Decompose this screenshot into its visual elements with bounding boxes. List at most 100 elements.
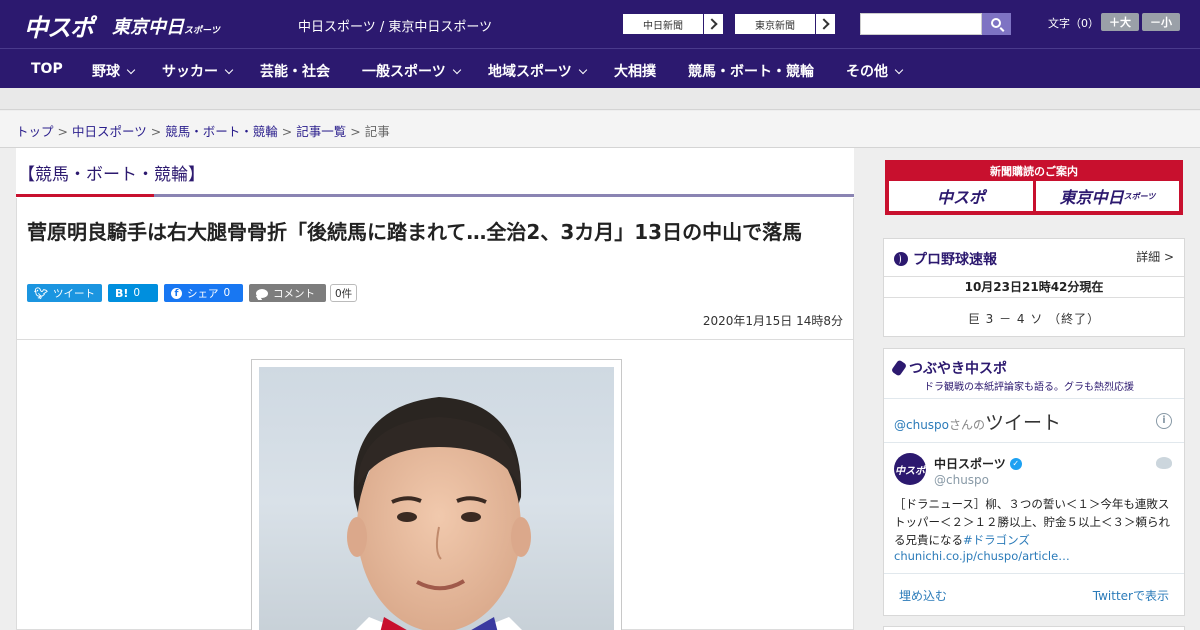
subscription-title: 新聞購読のご案内 [990, 165, 1078, 178]
info-icon[interactable]: i [1156, 413, 1172, 429]
chuspo-logo[interactable]: 中スポ [24, 8, 94, 43]
font-larger-button[interactable]: ＋大 [1101, 13, 1139, 31]
hatena-bookmark-button[interactable]: B! 0 [108, 284, 158, 302]
tweet-body: ［ドラニュース］柳、３つの誓い＜１＞今年も連敗ストッパー＜２＞１２勝以上、貯金５… [894, 497, 1170, 547]
comment-bubble-icon [256, 288, 268, 298]
nav-entertainment[interactable]: 芸能・社会 [260, 61, 330, 81]
site-name[interactable]: 中日スポーツ / 東京中日スポーツ [298, 16, 492, 35]
comment-count: 0件 [330, 284, 358, 302]
nav-baseball-label: 野球 [92, 64, 120, 80]
baseball-widget-title: プロ野球速報 [894, 249, 997, 269]
nav-soccer[interactable]: サッカー [162, 61, 234, 81]
breadcrumb-separator: > [281, 124, 293, 139]
chevron-down-icon [452, 65, 461, 75]
font-size-label: 文字（0） [1048, 17, 1099, 30]
nav-top[interactable]: TOP [31, 61, 63, 77]
tweet-widget-title-text: つぶやき中スポ [909, 361, 1007, 377]
facebook-icon: f [171, 287, 182, 299]
baseball-updated-time: 10月23日21時42分現在 [884, 276, 1184, 298]
tweet-widget: つぶやき中スポ ドラ観戦の本紙評論家も語る。グラも熱烈応援 @chuspoさんの… [883, 348, 1185, 616]
subscription-banner[interactable]: 新聞購読のご案内 中スポ 東京中日 スポーツ [885, 160, 1183, 215]
breadcrumb-chunichi-sports[interactable]: 中日スポーツ [72, 124, 147, 139]
chevron-down-icon [126, 65, 136, 75]
promo-tokyo-chunichi-logo[interactable]: 東京中日 スポーツ [1036, 181, 1179, 211]
tweet-widget-title: つぶやき中スポ [890, 358, 1007, 378]
nav-other[interactable]: その他 [846, 61, 904, 81]
nav-soccer-label: サッカー [162, 64, 218, 80]
avatar[interactable]: 中スポ [894, 453, 926, 485]
breadcrumb-top[interactable]: トップ [16, 124, 54, 139]
breadcrumb: トップ > 中日スポーツ > 競馬・ボート・競輪 > 記事一覧 > 記事 [16, 121, 390, 140]
nav-general-sports[interactable]: 一般スポーツ [362, 61, 461, 81]
ad-strip [0, 88, 1200, 110]
jockey-photo[interactable] [259, 367, 614, 630]
timeline-user-link[interactable]: @chuspo [894, 418, 949, 432]
share-buttons: 🐦︎ ツイート B! 0 f シェア 0 コメント 0件 [27, 284, 358, 302]
photo-frame [251, 359, 622, 630]
timeline-divider [884, 442, 1184, 443]
account-name[interactable]: 中日スポーツ ✓ [934, 455, 1022, 472]
jockey-portrait-image [347, 397, 531, 630]
breadcrumb-bar: トップ > 中日スポーツ > 競馬・ボート・競輪 > 記事一覧 > 記事 [0, 111, 1200, 148]
nav-baseball[interactable]: 野球 [92, 61, 136, 81]
hatena-count: 0 [133, 287, 141, 299]
nav-sumo[interactable]: 大相撲 [614, 61, 656, 81]
tweet-hashtag[interactable]: #ドラゴンズ [963, 533, 1030, 547]
search-icon [990, 18, 1001, 28]
breadcrumb-current: 記事 [364, 124, 390, 139]
baseball-scores-widget: プロ野球速報 詳細 > 10月23日21時42分現在 巨 3 － 4 ソ （終了… [883, 238, 1185, 337]
tokyo-chunichi-logo[interactable]: 東京中日スポーツ [112, 13, 220, 39]
chevron-right-icon [815, 14, 835, 34]
twitter-bird-icon[interactable] [1156, 457, 1172, 469]
category-title: 【競馬・ボート・競輪】 [18, 165, 205, 185]
chevron-right-icon [703, 14, 723, 34]
tokyo-shimbun-button[interactable]: 東京新聞 [734, 13, 836, 35]
tweet-text: ［ドラニュース］柳、３つの誓い＜１＞今年も連敗ストッパー＜２＞１２勝以上、貯金５… [894, 495, 1176, 549]
timeline-footer-divider [884, 573, 1184, 574]
article-column: 【競馬・ボート・競輪】 菅原明良騎手は右大腿骨骨折「後続馬に踏まれて…全治2、3… [16, 148, 854, 630]
nav-keiba-label: 競馬・ボート・競輪 [688, 64, 814, 80]
timeline-tweet-word: ツイート [985, 412, 1062, 434]
tweet-button[interactable]: 🐦︎ ツイート [27, 284, 102, 302]
chunichi-shimbun-button[interactable]: 中日新聞 [622, 13, 724, 35]
promo-chuspo-logo[interactable]: 中スポ [889, 181, 1033, 211]
hatena-icon: B! [115, 286, 129, 300]
comment-button[interactable]: コメント [249, 284, 326, 302]
baseball-score[interactable]: 巨 3 － 4 ソ （終了） [884, 310, 1184, 327]
facebook-share-button[interactable]: f シェア 0 [164, 284, 243, 302]
tweet-widget-subtitle: ドラ観戦の本紙評論家も語る。グラも熱烈応援 [924, 382, 1134, 393]
article-headline: 菅原明良騎手は右大腿骨骨折「後続馬に踏まれて…全治2、3カ月」13日の中山で落馬 [27, 220, 803, 244]
nav-sumo-label: 大相撲 [614, 64, 656, 80]
timeline-header: @chuspoさんのツイート [894, 408, 1061, 435]
tokyo-chunichi-logo-text: 東京中日 [112, 17, 184, 38]
breadcrumb-separator: > [150, 124, 162, 139]
account-handle[interactable]: @chuspo [934, 473, 989, 487]
breadcrumb-separator: > [350, 124, 361, 139]
nav-entertainment-label: 芸能・社会 [260, 64, 330, 80]
promo-tokyo-chunichi-text: 東京中日 [1059, 188, 1124, 207]
tokyo-chunichi-logo-small: スポーツ [184, 26, 220, 36]
article-header: 菅原明良騎手は右大腿骨骨折「後続馬に踏まれて…全治2、3カ月」13日の中山で落馬… [16, 198, 854, 340]
view-on-twitter-link[interactable]: Twitterで表示 [1093, 587, 1169, 604]
embed-link[interactable]: 埋め込む [899, 587, 947, 604]
article-photo-area [16, 340, 854, 630]
baseball-details-link[interactable]: 詳細 > [1136, 248, 1174, 265]
tweet-label: ツイート [52, 287, 95, 300]
nav-keiba[interactable]: 競馬・ボート・競輪 [688, 61, 814, 81]
nav-general-sports-label: 一般スポーツ [362, 64, 446, 80]
category-divider [16, 194, 854, 197]
breadcrumb-keiba[interactable]: 競馬・ボート・競輪 [165, 124, 278, 139]
twitter-timeline: @chuspoさんのツイート i 中スポ 中日スポーツ ✓ @chuspo ［ド… [884, 398, 1184, 615]
tweet-link[interactable]: chunichi.co.jp/chuspo/article… [894, 549, 1070, 563]
search-button[interactable] [982, 13, 1011, 35]
breadcrumb-article-list[interactable]: 記事一覧 [296, 124, 346, 139]
main-nav: TOP 野球 サッカー 芸能・社会 一般スポーツ 地域スポーツ 大相撲 競馬・ボ… [0, 48, 1200, 88]
font-smaller-button[interactable]: －小 [1142, 13, 1180, 31]
search-input[interactable] [860, 13, 982, 35]
facebook-label: シェア [187, 287, 219, 300]
facebook-count: 0 [223, 287, 231, 299]
account-name-text: 中日スポーツ [934, 457, 1006, 471]
nav-local-sports[interactable]: 地域スポーツ [488, 61, 587, 81]
nav-other-label: その他 [846, 64, 888, 80]
chevron-down-icon [894, 65, 904, 75]
